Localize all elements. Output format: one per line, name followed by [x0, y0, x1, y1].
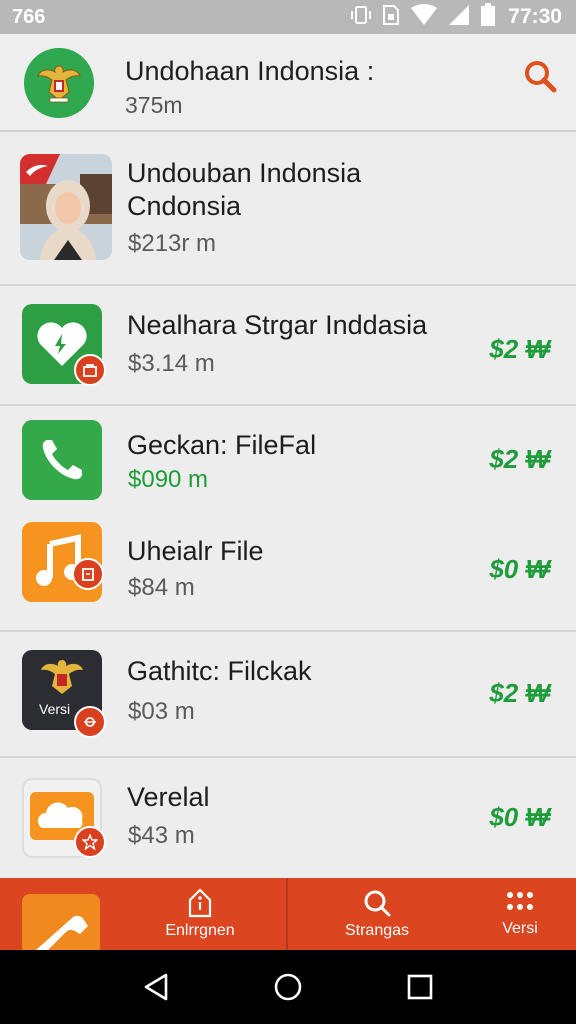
list-item[interactable]: Versi Gathitc: Filckak $03 m $2 ₩ — [0, 632, 576, 758]
item-subtitle: $03 m — [128, 698, 195, 725]
nav-item-strangas[interactable]: Strangas — [330, 878, 424, 950]
item-subtitle: $3.14 m — [128, 350, 215, 377]
app-header: Undohaan Indonsia : 375m — [0, 34, 576, 132]
bottom-navigation: Enlrrgnen Strangas Versi — [0, 878, 576, 964]
item-title: Gathitc: Filckak — [127, 656, 312, 686]
list-item[interactable]: Geckan: FileFal $090 m $2 ₩ — [0, 406, 576, 512]
item-badge — [74, 826, 106, 858]
item-price: $2 ₩ — [489, 444, 550, 474]
search-icon — [525, 61, 557, 93]
nav-item-versi[interactable]: Versi — [480, 878, 560, 950]
sim-icon — [382, 4, 400, 31]
list-item[interactable]: Undouban Indonsia Cndonsia $213r m — [0, 134, 576, 286]
status-left-text: 766 — [12, 5, 46, 28]
item-subtitle: $43 m — [128, 822, 195, 849]
item-title: Verelal — [127, 782, 210, 812]
wifi-icon — [410, 3, 438, 31]
home-button[interactable] — [268, 967, 308, 1007]
nav-label: Strangas — [344, 922, 410, 939]
item-price: $0 ₩ — [489, 554, 550, 584]
portrait-image-icon — [20, 154, 112, 260]
item-price: $2 ₩ — [489, 678, 550, 708]
back-triangle-icon — [144, 973, 168, 1001]
item-subtitle: $213r m — [128, 230, 217, 257]
grid-icon — [507, 892, 533, 910]
search-button[interactable] — [520, 56, 560, 96]
clipboard-icon — [82, 568, 94, 581]
recents-square-icon — [407, 974, 433, 1000]
nav-divider — [286, 878, 288, 950]
item-subtitle: $090 m — [128, 466, 209, 493]
item-badge — [72, 558, 104, 590]
battery-icon — [480, 2, 496, 32]
nav-item-enlrrgnen[interactable]: Enlrrgnen — [150, 878, 250, 950]
nav-label: Versi — [502, 920, 538, 937]
back-button[interactable] — [136, 967, 176, 1007]
bag-icon — [83, 364, 97, 377]
garuda-emblem-icon — [37, 65, 81, 103]
item-subtitle: $84 m — [128, 574, 195, 601]
settings-icon — [84, 717, 96, 727]
item-title-line2: Cndonsia — [127, 191, 242, 221]
search-icon — [364, 890, 391, 917]
header-title: Undohaan Indonsia : — [125, 56, 375, 86]
item-badge — [74, 706, 106, 738]
home-circle-icon — [274, 973, 302, 1001]
item-badge — [74, 354, 106, 386]
nav-label: Enlrrgnen — [165, 922, 235, 939]
recents-button[interactable] — [400, 967, 440, 1007]
item-title: Nealhara Strgar Inddasia — [127, 310, 428, 340]
list-item[interactable]: Uheialr File $84 m $0 ₩ — [0, 512, 576, 632]
list-item[interactable]: Verelal $43 m $0 ₩ — [0, 758, 576, 878]
item-thumbnail — [22, 420, 102, 500]
item-price: $0 ₩ — [489, 802, 550, 832]
item-title: Geckan: FileFal — [127, 430, 317, 460]
app-logo[interactable] — [24, 48, 94, 118]
item-title-line1: Undouban Indonsia — [127, 158, 362, 188]
signal-icon — [448, 4, 470, 31]
phone-icon — [42, 440, 82, 480]
thumb-label: Versi — [39, 701, 70, 717]
list-item[interactable]: Nealhara Strgar Inddasia $3.14 m $2 ₩ — [0, 286, 576, 406]
item-price: $2 ₩ — [489, 334, 550, 364]
header-subtitle: 375m — [125, 92, 183, 118]
vibrate-icon — [350, 4, 372, 31]
item-thumbnail — [20, 154, 112, 260]
star-icon — [82, 834, 98, 850]
item-title: Uheialr File — [127, 536, 264, 566]
system-navigation-bar — [0, 950, 576, 1024]
status-time: 77:30 — [508, 5, 562, 28]
status-bar: 766 77:30 — [0, 0, 576, 34]
status-icons: 77:30 — [350, 2, 562, 32]
upload-icon — [188, 888, 212, 918]
